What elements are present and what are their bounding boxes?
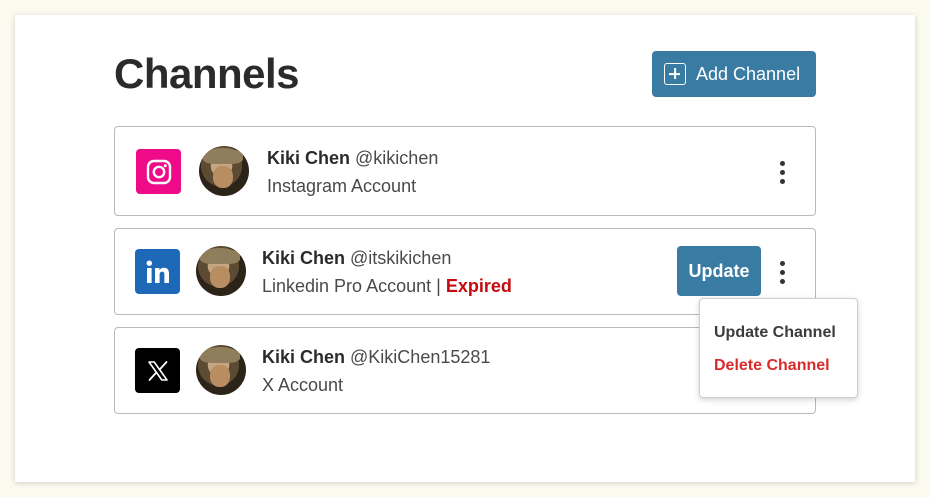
kebab-dot xyxy=(779,160,785,166)
channel-name-line: Kiki Chen @kikichen xyxy=(267,147,438,169)
channel-row-instagram: Kiki Chen @kikichen Instagram Account xyxy=(114,126,816,216)
channel-options-menu: Update Channel Delete Channel xyxy=(699,298,858,398)
channel-handle: @KikiChen15281 xyxy=(350,347,491,367)
channel-name-line: Kiki Chen @KikiChen15281 xyxy=(262,346,490,368)
avatar xyxy=(199,146,249,196)
kebab-dot xyxy=(779,260,785,266)
channel-name: Kiki Chen xyxy=(262,248,346,268)
delete-channel-menu-item[interactable]: Delete Channel xyxy=(714,357,830,375)
status-separator: | xyxy=(431,276,446,296)
channel-account-type: Linkedin Pro Account xyxy=(262,276,432,296)
channel-name: Kiki Chen xyxy=(267,148,351,168)
kebab-dot xyxy=(779,178,785,184)
linkedin-icon xyxy=(135,249,180,294)
avatar xyxy=(196,345,246,395)
update-channel-menu-item[interactable]: Update Channel xyxy=(714,324,836,342)
expired-status-badge: Expired xyxy=(445,276,512,296)
x-icon xyxy=(135,348,180,393)
kebab-dot xyxy=(779,278,785,284)
channel-name-line: Kiki Chen @itskikichen xyxy=(262,247,512,269)
plus-square-icon xyxy=(664,63,686,85)
add-channel-label: Add Channel xyxy=(696,63,801,84)
more-options-button[interactable] xyxy=(772,257,792,287)
kebab-dot xyxy=(779,269,785,275)
channel-name: Kiki Chen xyxy=(262,347,346,367)
avatar xyxy=(196,246,246,296)
page-title: Channels xyxy=(114,50,300,97)
channel-account-type: X Account xyxy=(262,375,344,395)
more-options-button[interactable] xyxy=(772,157,792,187)
kebab-dot xyxy=(779,169,785,175)
update-button[interactable]: Update xyxy=(677,246,761,296)
channel-account-type: Instagram Account xyxy=(267,176,417,196)
channel-handle: @kikichen xyxy=(355,148,439,168)
channel-account-line: Linkedin Pro Account | Expired xyxy=(262,275,512,297)
instagram-icon xyxy=(136,149,181,194)
add-channel-button[interactable]: Add Channel xyxy=(652,51,816,97)
channel-handle: @itskikichen xyxy=(350,248,452,268)
